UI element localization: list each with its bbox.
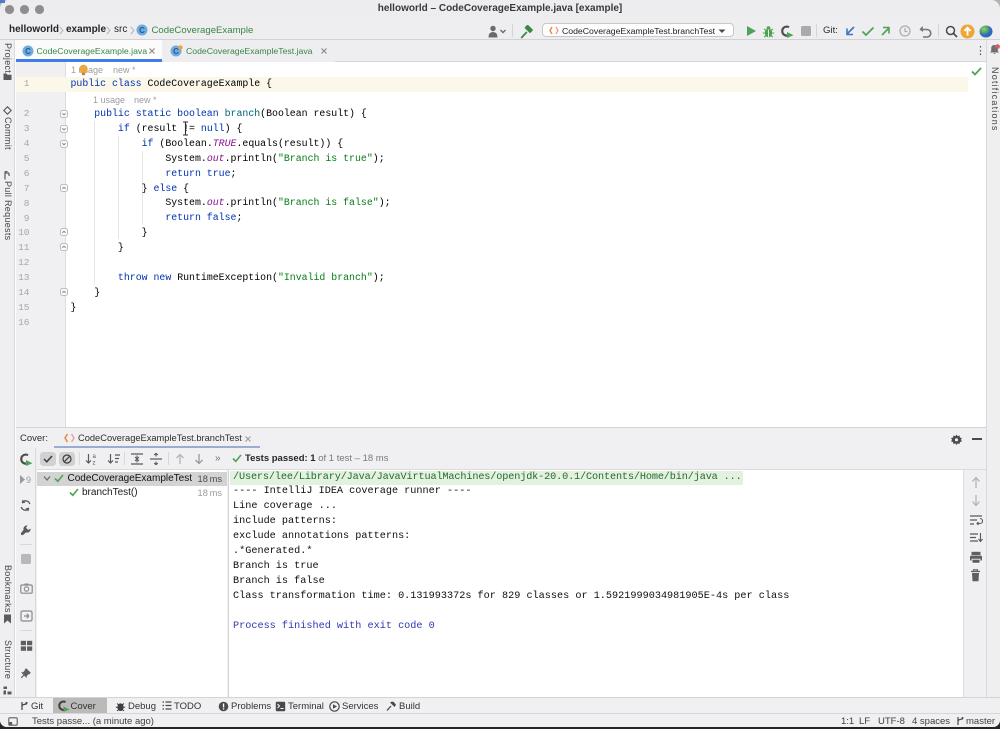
- svg-text:z: z: [93, 460, 96, 465]
- svg-text:C: C: [139, 26, 145, 35]
- svg-text:C: C: [25, 47, 31, 56]
- svg-text:C: C: [173, 47, 179, 56]
- svg-text:a: a: [93, 454, 97, 460]
- svg-text:9: 9: [26, 475, 31, 485]
